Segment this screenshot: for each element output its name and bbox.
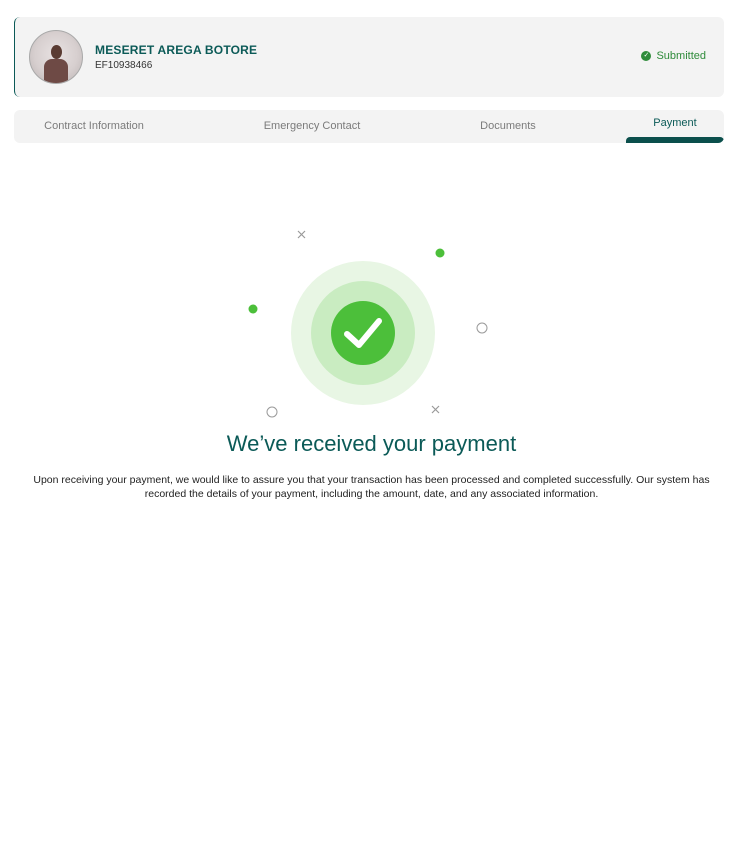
- ring-decoration: [476, 322, 488, 334]
- success-illustration: [248, 230, 488, 418]
- dot-decoration: [435, 248, 445, 258]
- tab-emergency-contact[interactable]: Emergency Contact: [232, 110, 392, 143]
- employee-name: MESERET AREGA BOTORE: [95, 43, 258, 57]
- tab-contract-information[interactable]: Contract Information: [14, 110, 174, 143]
- profile-card: MESERET AREGA BOTORE EF10938466 ✓ Submit…: [14, 17, 724, 97]
- tab-bar: Contract Information Emergency Contact D…: [14, 110, 724, 143]
- tab-payment[interactable]: Payment: [626, 110, 724, 143]
- employee-id: EF10938466: [95, 60, 153, 71]
- cross-decoration: [431, 405, 440, 414]
- status-label: Submitted: [656, 50, 706, 62]
- ring-decoration: [266, 406, 278, 418]
- status-badge: ✓ Submitted: [641, 50, 706, 62]
- cross-decoration: [297, 230, 306, 239]
- confirmation-title: We’ve received your payment: [226, 431, 517, 456]
- avatar: [29, 30, 83, 84]
- check-circle-icon: ✓: [641, 51, 652, 61]
- tab-documents[interactable]: Documents: [448, 110, 568, 143]
- confirmation-description: Upon receiving your payment, we would li…: [33, 474, 710, 500]
- dot-decoration: [248, 304, 258, 314]
- inner-circle: [331, 301, 395, 365]
